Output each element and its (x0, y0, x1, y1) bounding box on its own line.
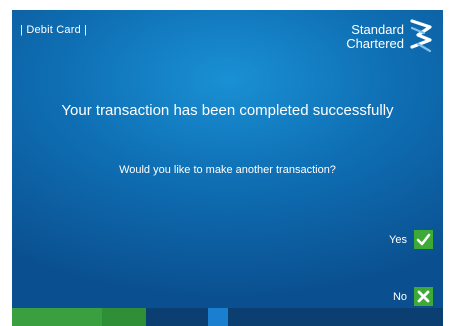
no-button[interactable]: No (393, 287, 433, 306)
bottom-bar-segment (146, 308, 208, 326)
bottom-color-bar (12, 308, 443, 326)
bottom-bar-segment (12, 308, 102, 326)
yes-button[interactable]: Yes (389, 230, 433, 249)
bank-name-line1: Standard (351, 22, 404, 37)
transaction-success-message: Your transaction has been completed succ… (61, 102, 394, 119)
card-type-label: | Debit Card | (20, 24, 88, 36)
bank-logo: Standard Chartered (346, 18, 433, 56)
bottom-bar-segment (208, 308, 228, 326)
bank-name-line2: Chartered (346, 36, 404, 51)
bottom-bar-segment (228, 308, 443, 326)
cross-icon (414, 287, 433, 306)
atm-screen: | Debit Card | Standard Chartered Your t… (12, 10, 443, 326)
standard-chartered-logo-icon (410, 19, 432, 53)
bank-logo-text: Standard Chartered (346, 23, 404, 51)
bottom-bar-segment (102, 308, 146, 326)
another-transaction-prompt: Would you like to make another transacti… (119, 164, 336, 176)
no-label: No (392, 290, 407, 303)
yes-label: Yes (389, 233, 407, 246)
checkmark-icon (414, 230, 433, 249)
